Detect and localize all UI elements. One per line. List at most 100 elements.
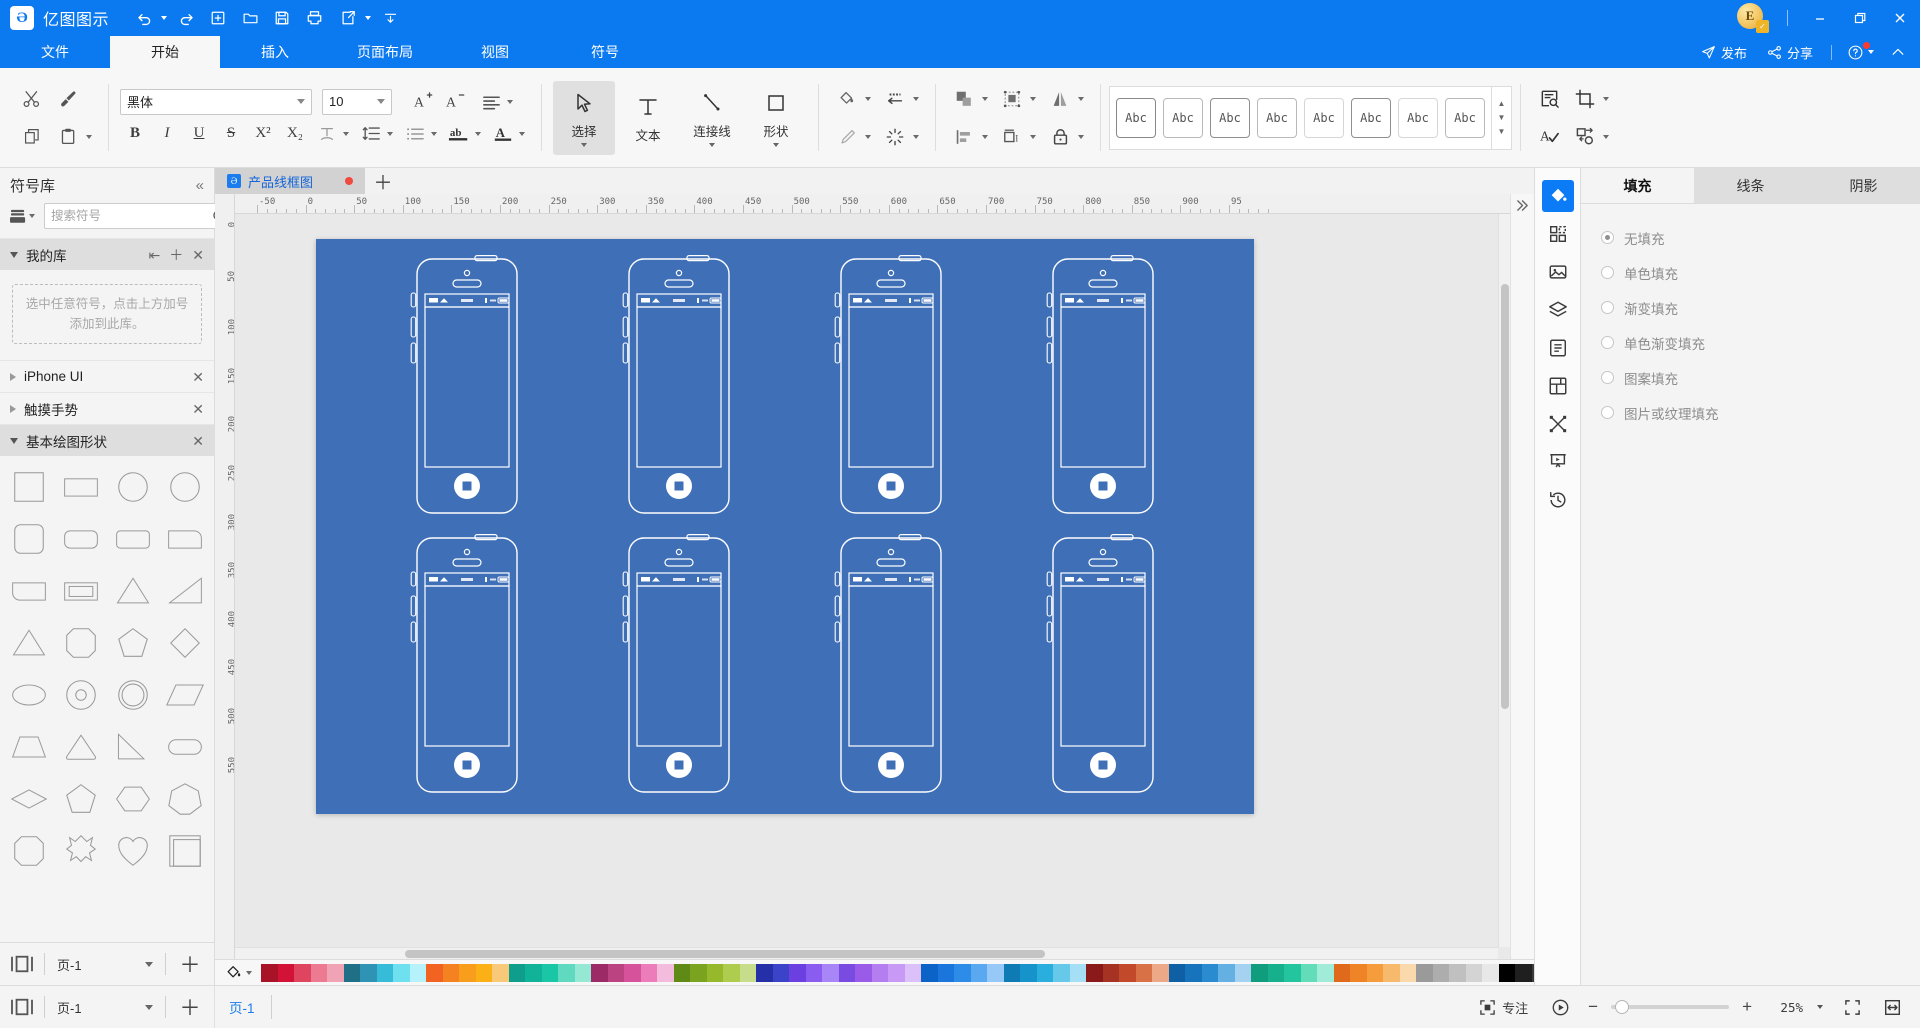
shape-item[interactable] <box>4 722 54 772</box>
color-swatch[interactable] <box>921 963 938 982</box>
tab-view[interactable]: 视图 <box>440 36 550 68</box>
tab-page-layout[interactable]: 页面布局 <box>330 36 440 68</box>
zoom-slider-knob[interactable] <box>1615 1000 1630 1014</box>
maximize-button[interactable] <box>1840 0 1880 36</box>
export-button[interactable] <box>331 5 373 31</box>
color-swatch[interactable] <box>937 963 954 982</box>
color-swatch[interactable] <box>607 963 624 982</box>
color-swatch[interactable] <box>409 963 426 982</box>
shape-item[interactable] <box>56 618 106 668</box>
close-section-icon[interactable]: ✕ <box>192 434 204 448</box>
rail-properties-button[interactable] <box>1542 332 1574 364</box>
close-section-icon[interactable]: ✕ <box>192 370 204 384</box>
color-swatch[interactable] <box>310 963 327 982</box>
color-swatch[interactable] <box>426 963 443 982</box>
align-objects-button[interactable] <box>947 120 993 154</box>
shape-item[interactable] <box>56 514 106 564</box>
rail-image-button[interactable] <box>1542 256 1574 288</box>
color-swatch[interactable] <box>805 963 822 982</box>
presentation-play-button[interactable] <box>1546 995 1575 1020</box>
flip-button[interactable] <box>1043 82 1089 116</box>
rail-symbols-button[interactable] <box>1542 218 1574 250</box>
strikethrough-button[interactable]: S <box>216 120 246 148</box>
underline-button[interactable]: U <box>184 120 214 148</box>
shape-item[interactable] <box>56 670 106 720</box>
style-swatch[interactable]: Abc <box>1398 97 1438 138</box>
canvas-viewport[interactable] <box>235 214 1510 959</box>
color-swatch[interactable] <box>1036 963 1053 982</box>
shape-item[interactable] <box>160 514 210 564</box>
new-file-button[interactable] <box>203 5 233 31</box>
style-swatch[interactable]: Abc <box>1163 97 1203 138</box>
canvas-horizontal-scrollbar[interactable] <box>235 947 1498 959</box>
fill-option-pattern[interactable]: 图案填充 <box>1601 360 1920 395</box>
phone-mockup[interactable] <box>1045 533 1161 796</box>
fill-color-button[interactable] <box>830 82 876 116</box>
color-swatch[interactable] <box>1201 963 1218 982</box>
color-swatch[interactable] <box>1020 963 1037 982</box>
color-swatch[interactable] <box>871 963 888 982</box>
color-swatch[interactable] <box>1366 963 1383 982</box>
shape-item[interactable] <box>4 566 54 616</box>
color-swatch[interactable] <box>1069 963 1086 982</box>
style-swatch[interactable]: Abc <box>1304 97 1344 138</box>
size-position-button[interactable]: I <box>995 120 1041 154</box>
color-swatch[interactable] <box>723 963 740 982</box>
undo-button[interactable] <box>127 5 169 31</box>
zoom-in-button[interactable]: + <box>1742 997 1752 1017</box>
tool-text[interactable]: 文本 <box>617 81 679 155</box>
gallery-up-icon[interactable]: ▲ <box>1498 99 1506 108</box>
color-swatch[interactable] <box>558 963 575 982</box>
color-swatch[interactable] <box>591 963 608 982</box>
color-swatch[interactable] <box>261 963 278 982</box>
group-button[interactable] <box>995 82 1041 116</box>
effects-button[interactable] <box>878 120 924 154</box>
color-swatch[interactable] <box>1003 963 1020 982</box>
phone-mockup[interactable] <box>833 533 949 796</box>
color-swatch[interactable] <box>1465 963 1482 982</box>
color-swatch[interactable] <box>673 963 690 982</box>
color-swatch[interactable] <box>987 963 1004 982</box>
color-swatch[interactable] <box>1399 963 1416 982</box>
shape-item[interactable] <box>160 566 210 616</box>
color-swatch[interactable] <box>657 963 674 982</box>
color-swatch[interactable] <box>525 963 542 982</box>
fit-page-button[interactable] <box>1839 996 1866 1019</box>
superscript-button[interactable]: X² <box>248 120 278 148</box>
color-swatch[interactable] <box>442 963 459 982</box>
line-spacing-button[interactable] <box>356 120 398 148</box>
bold-button[interactable]: B <box>120 120 150 148</box>
rail-layers-button[interactable] <box>1542 294 1574 326</box>
tool-shape[interactable]: 形状 <box>745 81 807 155</box>
shape-item[interactable] <box>160 670 210 720</box>
color-swatch[interactable] <box>838 963 855 982</box>
color-swatch[interactable] <box>624 963 641 982</box>
save-button[interactable] <box>267 5 297 31</box>
color-swatch[interactable] <box>475 963 492 982</box>
color-swatch[interactable] <box>1234 963 1251 982</box>
color-swatch[interactable] <box>343 963 360 982</box>
shape-item[interactable] <box>56 826 106 876</box>
zoom-caret-icon[interactable] <box>1817 1005 1823 1009</box>
color-swatch[interactable] <box>1168 963 1185 982</box>
rail-presentation-button[interactable] <box>1542 446 1574 478</box>
text-effect-button[interactable] <box>312 120 354 148</box>
color-swatch[interactable] <box>294 963 311 982</box>
color-swatch[interactable] <box>1218 963 1235 982</box>
color-swatch[interactable] <box>822 963 839 982</box>
line-style-button[interactable] <box>878 82 924 116</box>
section-my-library[interactable]: 我的库 ⇤ ＋ ✕ <box>0 238 214 270</box>
style-swatch[interactable]: Abc <box>1257 97 1297 138</box>
status-page-panes-button[interactable] <box>0 997 44 1017</box>
color-swatch[interactable] <box>739 963 756 982</box>
cut-button[interactable] <box>15 82 49 116</box>
fit-width-button[interactable] <box>1879 996 1906 1019</box>
phone-mockup[interactable] <box>621 255 737 517</box>
color-swatch[interactable] <box>1498 963 1515 982</box>
horizontal-ruler[interactable]: -50 0 50 100 150 200 250 300 350 400 450 500 550 600 6… <box>235 194 1510 214</box>
color-swatch[interactable] <box>360 963 377 982</box>
fill-option-mono-gradient[interactable]: 单色渐变填充 <box>1601 325 1920 360</box>
shape-item[interactable] <box>108 618 158 668</box>
shape-item[interactable] <box>4 618 54 668</box>
phone-mockup[interactable] <box>833 255 949 517</box>
